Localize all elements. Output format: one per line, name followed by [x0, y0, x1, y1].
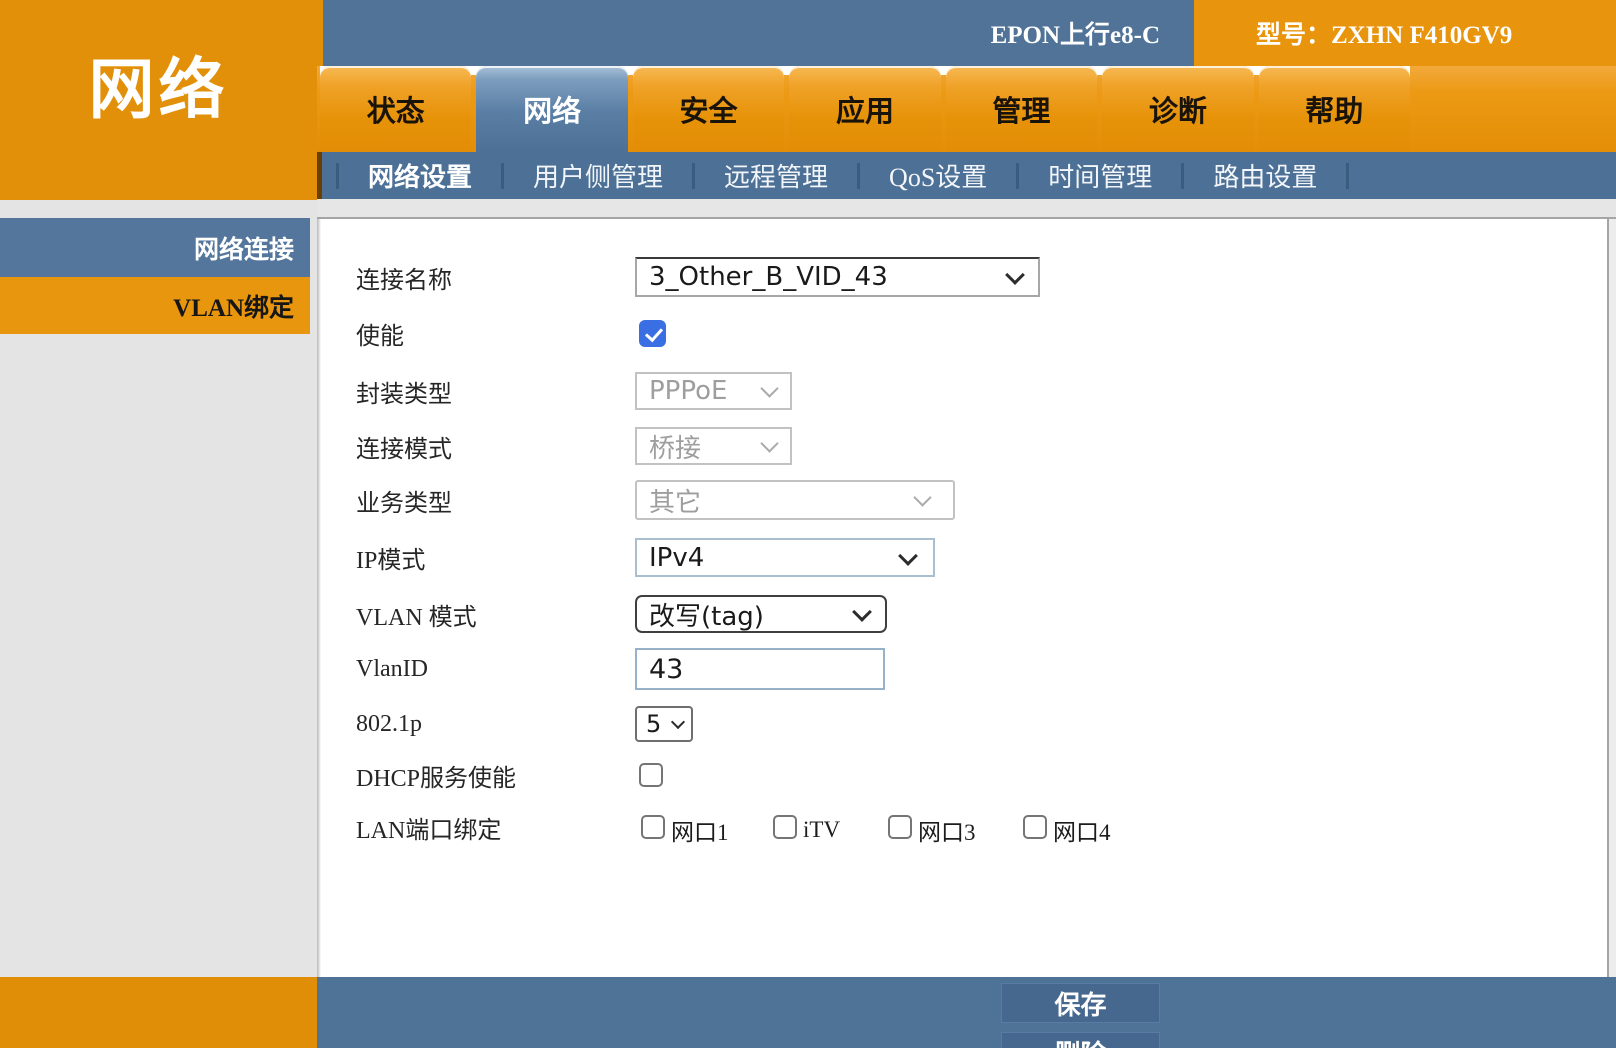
subnav-separator: [1346, 163, 1349, 189]
priority-802-1p-label: 802.1p: [356, 711, 422, 738]
lan-port-3-checkbox[interactable]: [888, 815, 912, 839]
ip-mode-select[interactable]: IPv4: [635, 538, 935, 577]
model-number-text: 型号：ZXHN F410GV9: [1256, 15, 1512, 51]
encapsulation-label: 封装类型: [356, 374, 452, 409]
chevron-down-icon: [671, 715, 685, 729]
sidebar-header: 网络: [0, 0, 317, 200]
sidebar-item-network-connection[interactable]: 网络连接: [0, 218, 310, 277]
enable-checkbox[interactable]: [639, 320, 666, 347]
delete-button[interactable]: 删除: [1001, 1032, 1160, 1048]
subnav-network-settings[interactable]: 网络设置: [339, 157, 501, 194]
encapsulation-value: PPPoE: [637, 376, 727, 406]
vlan-mode-value: 改写(tag): [637, 596, 764, 633]
connection-name-value: 3_Other_B_VID_43: [637, 262, 888, 292]
tab-application-label: 应用: [836, 88, 894, 130]
itv-label: iTV: [803, 811, 840, 843]
sidebar: 网络 网络连接 VLAN绑定: [0, 0, 317, 1048]
chevron-down-icon: [852, 602, 872, 622]
connection-form: 连接名称 3_Other_B_VID_43 使能 封装类型 PPPoE 连接模式…: [317, 219, 1607, 977]
footer-bar: 保存 删除: [317, 977, 1616, 1048]
connection-mode-select: 桥接: [635, 427, 792, 465]
tab-diagnosis[interactable]: 诊断: [1102, 66, 1253, 152]
connection-name-select[interactable]: 3_Other_B_VID_43: [635, 257, 1040, 297]
connection-name-label: 连接名称: [356, 260, 452, 295]
vlan-id-label: VlanID: [356, 656, 428, 683]
row-ip-mode: IP模式 IPv4: [317, 538, 1607, 577]
chevron-down-icon: [913, 488, 931, 506]
dhcp-enable-checkbox[interactable]: [639, 763, 663, 787]
top-header-model-area: 型号：ZXHN F410GV9: [1194, 0, 1616, 66]
tab-help-label: 帮助: [1305, 88, 1363, 130]
subnav-remote-management[interactable]: 远程管理: [695, 157, 857, 194]
sidebar-title: 网络: [89, 58, 229, 142]
subnav-routing-settings[interactable]: 路由设置: [1184, 157, 1346, 194]
lan-port-4-checkbox[interactable]: [1023, 815, 1047, 839]
tab-security[interactable]: 安全: [633, 66, 784, 152]
lan-binding-label: LAN端口绑定: [356, 810, 501, 845]
connection-mode-value: 桥接: [637, 428, 701, 465]
row-service-type: 业务类型 其它: [317, 480, 1607, 520]
vlan-mode-select[interactable]: 改写(tag): [635, 595, 887, 633]
row-enable: 使能: [317, 320, 1607, 347]
lan-port-3-label: 网口3: [918, 807, 976, 847]
subnav-qos-settings[interactable]: QoS设置: [860, 157, 1016, 194]
itv-checkbox[interactable]: [773, 815, 797, 839]
dhcp-enable-label: DHCP服务使能: [356, 758, 516, 793]
lan-port-1-label: 网口1: [671, 807, 729, 847]
main-tab-bar: 状态 网络 安全 应用 管理 诊断 帮助: [317, 66, 1616, 152]
vlan-mode-label: VLAN 模式: [356, 597, 477, 632]
subnav-user-side-management[interactable]: 用户侧管理: [504, 157, 692, 194]
tab-security-label: 安全: [680, 88, 738, 130]
row-connection-mode: 连接模式 桥接: [317, 427, 1607, 465]
row-vlan-mode: VLAN 模式 改写(tag): [317, 595, 1607, 633]
ip-mode-label: IP模式: [356, 540, 425, 575]
sidebar-item-vlan-binding[interactable]: VLAN绑定: [0, 277, 310, 334]
sidebar-item-network-connection-label: 网络连接: [194, 230, 294, 266]
row-lan-binding: LAN端口绑定 网口1 iTV 网口3 网口4: [317, 804, 1607, 850]
row-connection-name: 连接名称 3_Other_B_VID_43: [317, 257, 1607, 297]
lan-port-4-label: 网口4: [1053, 807, 1111, 847]
tab-management-label: 管理: [992, 88, 1050, 130]
tab-status-label: 状态: [367, 88, 425, 130]
encapsulation-select: PPPoE: [635, 372, 792, 410]
sidebar-item-vlan-binding-label: VLAN绑定: [173, 288, 294, 324]
service-type-value: 其它: [637, 482, 701, 519]
chevron-down-icon: [760, 379, 778, 397]
connection-mode-label: 连接模式: [356, 429, 452, 464]
top-header-bar: EPON上行e8-C: [317, 0, 1194, 66]
enable-label: 使能: [356, 316, 404, 351]
priority-802-1p-select[interactable]: 5: [635, 706, 693, 742]
chevron-down-icon: [1005, 265, 1025, 285]
tab-network-label: 网络: [523, 88, 581, 130]
tab-application[interactable]: 应用: [789, 66, 940, 152]
tab-diagnosis-label: 诊断: [1149, 88, 1207, 130]
chevron-down-icon: [760, 434, 778, 452]
row-dhcp-enable: DHCP服务使能: [317, 763, 1607, 787]
lan-port-1-checkbox[interactable]: [641, 815, 665, 839]
ip-mode-value: IPv4: [637, 543, 704, 573]
chevron-down-icon: [898, 546, 918, 566]
tab-network[interactable]: 网络: [476, 66, 627, 152]
row-vlan-id: VlanID: [317, 648, 1607, 690]
tab-management[interactable]: 管理: [946, 66, 1097, 152]
subnav-time-management[interactable]: 时间管理: [1019, 157, 1181, 194]
device-uplink-text: EPON上行e8-C: [991, 15, 1160, 51]
router-admin-page: 网络 网络连接 VLAN绑定 EPON上行e8-C 型号：ZXHN F410GV…: [0, 0, 1616, 1048]
service-type-select: 其它: [635, 480, 955, 520]
row-encapsulation: 封装类型 PPPoE: [317, 372, 1607, 410]
right-gutter: [1607, 219, 1616, 977]
sidebar-footer: [0, 977, 317, 1048]
main-tabs: 状态 网络 安全 应用 管理 诊断 帮助: [320, 66, 1410, 152]
priority-802-1p-value: 5: [637, 710, 661, 738]
vlan-id-input[interactable]: [635, 648, 885, 690]
tab-status[interactable]: 状态: [320, 66, 471, 152]
content-top-strip: [317, 199, 1616, 219]
row-priority: 802.1p 5: [317, 706, 1607, 742]
service-type-label: 业务类型: [356, 483, 452, 518]
tab-help[interactable]: 帮助: [1259, 66, 1410, 152]
save-button[interactable]: 保存: [1001, 983, 1160, 1023]
sub-nav-bar: 网络设置 用户侧管理 远程管理 QoS设置 时间管理 路由设置: [317, 152, 1616, 199]
